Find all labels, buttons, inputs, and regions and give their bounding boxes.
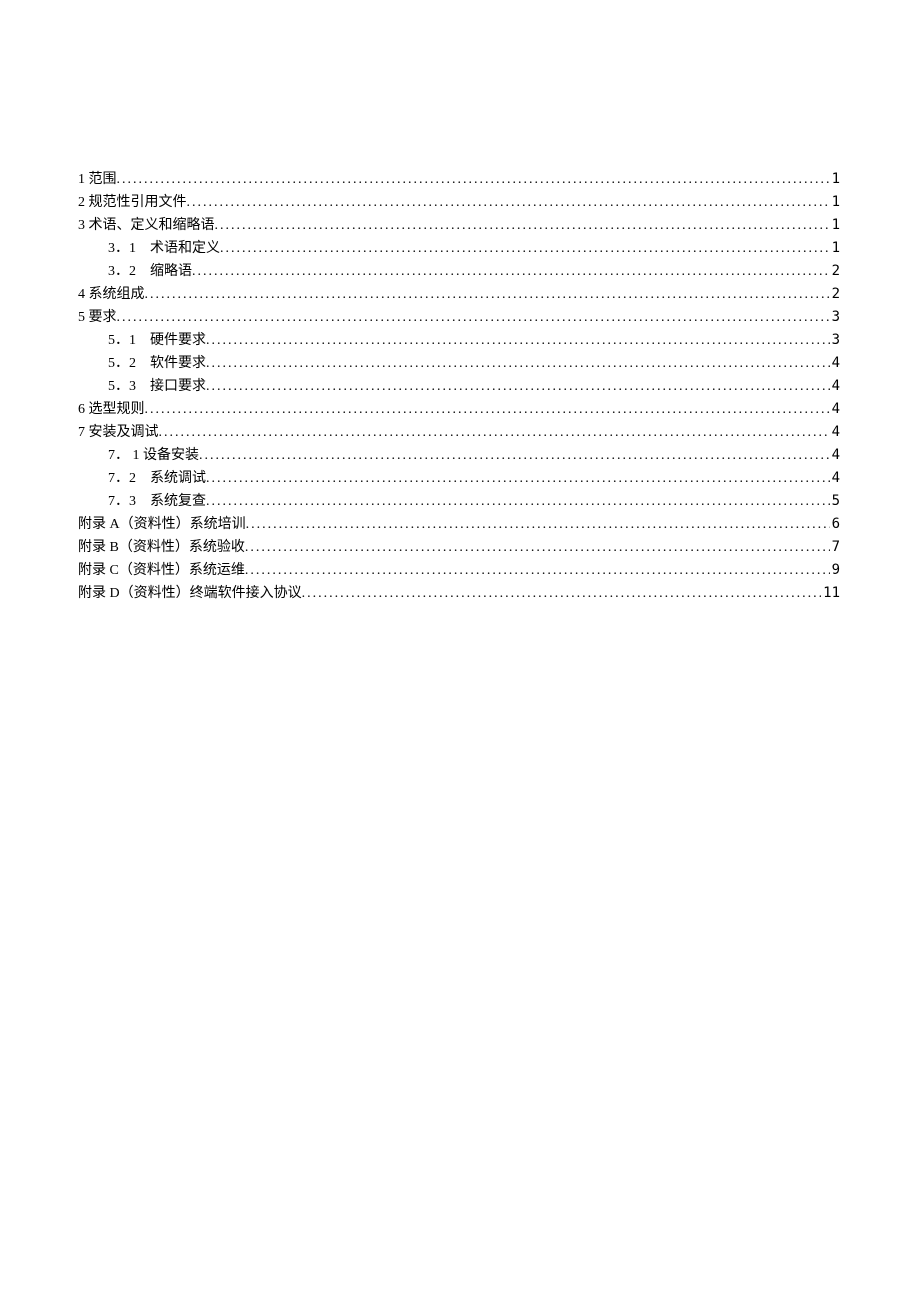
toc-leader-dots [246,513,830,536]
toc-leader-dots [145,398,830,421]
toc-entry: 3．1 术语和定义 1 [78,237,840,260]
toc-entry: 7．3 系统复查 5 [78,490,840,513]
toc-entry: 7．2 系统调试 4 [78,467,840,490]
toc-entry: 附录 D（资料性）终端软件接入协议 11 [78,582,840,605]
toc-label: 7 安装及调试 [78,421,159,444]
toc-label: 3．1 术语和定义 [108,237,220,260]
toc-leader-dots [199,444,830,467]
toc-leader-dots [187,191,830,214]
toc-leader-dots [206,490,830,513]
toc-label: 5．3 接口要求 [108,375,206,398]
toc-entry: 6 选型规则 4 [78,398,840,421]
toc-leader-dots [220,237,830,260]
toc-page: 4 [830,421,840,444]
toc-entry: 附录 C（资料性）系统运维 9 [78,559,840,582]
toc-label: 6 选型规则 [78,398,145,421]
toc-page: 6 [830,513,840,536]
toc-entry: 2 规范性引用文件 1 [78,191,840,214]
toc-leader-dots [159,421,830,444]
toc-leader-dots [215,214,830,237]
toc-page: 9 [830,559,840,582]
toc-label: 5．1 硬件要求 [108,329,206,352]
toc-page: 4 [830,398,840,421]
toc-leader-dots [117,306,830,329]
toc-entry: 3 术语、定义和缩略语 1 [78,214,840,237]
toc-entry: 4 系统组成 2 [78,283,840,306]
toc-page: 4 [830,444,840,467]
toc-leader-dots [245,559,830,582]
toc-page: 1 [830,191,840,214]
toc-label: 7．2 系统调试 [108,467,206,490]
toc-leader-dots [192,260,830,283]
toc-entry: 3．2 缩略语 2 [78,260,840,283]
toc-page: 3 [830,329,840,352]
toc-page: 2 [830,283,840,306]
toc-page: 1 [830,237,840,260]
toc-leader-dots [245,536,830,559]
toc-leader-dots [206,375,830,398]
toc-entry: 附录 B（资料性）系统验收 7 [78,536,840,559]
toc-entry: 1 范围 1 [78,168,840,191]
toc-label: 3．2 缩略语 [108,260,192,283]
toc-leader-dots [206,352,830,375]
toc-label: 4 系统组成 [78,283,145,306]
toc-label: 附录 B（资料性）系统验收 [78,536,245,559]
toc-leader-dots [117,168,830,191]
toc-label: 7． 1 设备安装 [108,444,199,467]
toc-leader-dots [145,283,830,306]
toc-entry: 5 要求 3 [78,306,840,329]
toc-page: 3 [830,306,840,329]
toc-label: 附录 C（资料性）系统运维 [78,559,245,582]
toc-entry: 7． 1 设备安装 4 [78,444,840,467]
toc-entry: 5．3 接口要求 4 [78,375,840,398]
toc-page: 4 [830,467,840,490]
toc-page: 4 [830,375,840,398]
toc-entry: 7 安装及调试 4 [78,421,840,444]
toc-label: 5．2 软件要求 [108,352,206,375]
toc-entry: 5．1 硬件要求 3 [78,329,840,352]
toc-page: 7 [830,536,840,559]
toc-label: 2 规范性引用文件 [78,191,187,214]
toc-page: 1 [830,214,840,237]
toc-label: 5 要求 [78,306,117,329]
toc-page: 5 [830,490,840,513]
toc-leader-dots [302,582,822,605]
table-of-contents: 1 范围 1 2 规范性引用文件 1 3 术语、定义和缩略语 1 3．1 术语和… [78,168,840,605]
toc-leader-dots [206,467,830,490]
toc-leader-dots [206,329,830,352]
toc-page: 2 [830,260,840,283]
toc-entry: 5．2 软件要求 4 [78,352,840,375]
toc-label: 7．3 系统复查 [108,490,206,513]
toc-page: 11 [821,582,840,605]
toc-label: 附录 D（资料性）终端软件接入协议 [78,582,302,605]
toc-label: 3 术语、定义和缩略语 [78,214,215,237]
toc-label: 1 范围 [78,168,117,191]
toc-entry: 附录 A（资料性）系统培训 6 [78,513,840,536]
toc-page: 1 [830,168,840,191]
toc-label: 附录 A（资料性）系统培训 [78,513,246,536]
toc-page: 4 [830,352,840,375]
